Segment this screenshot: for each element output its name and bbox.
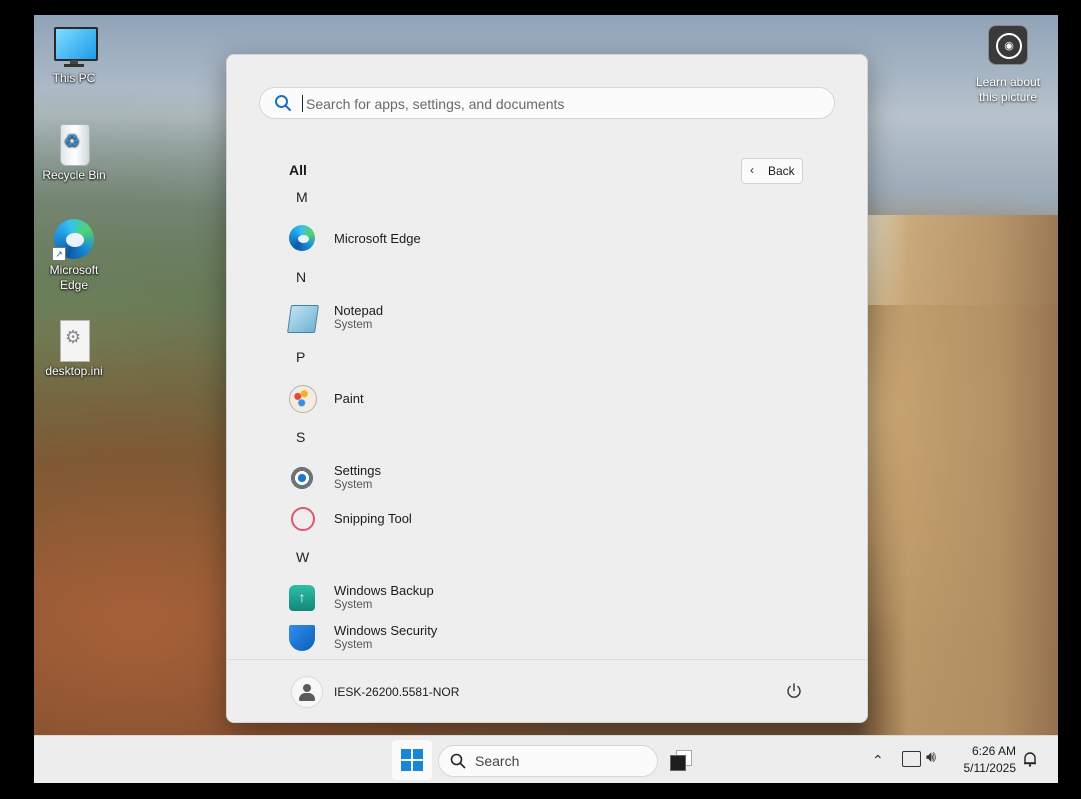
screen: This PC ♻ Recycle Bin ↗ Microsoft Edge ⚙… xyxy=(34,15,1058,783)
desktop-icon-label: desktop.ini xyxy=(45,364,103,378)
shield-icon xyxy=(289,625,315,651)
taskbar-search-label: Search xyxy=(475,753,520,769)
desktop-icon-edge[interactable]: ↗ Microsoft Edge xyxy=(34,217,114,293)
app-subtitle: System xyxy=(334,599,373,611)
desktop-icon-label: Microsoft Edge xyxy=(49,263,99,292)
app-item-paint[interactable]: Paint xyxy=(287,379,587,415)
start-search-input[interactable] xyxy=(304,93,818,115)
app-subtitle: System xyxy=(334,479,373,491)
back-button-label: Back xyxy=(768,164,795,178)
letter-header-p[interactable]: P xyxy=(296,349,305,365)
app-name: Notepad xyxy=(334,303,384,318)
app-name: Settings xyxy=(334,463,381,478)
shortcut-arrow-icon: ↗ xyxy=(52,247,66,261)
task-view-icon[interactable] xyxy=(670,750,692,771)
app-item-windows-security[interactable]: Windows Security System xyxy=(287,619,587,655)
app-name: Windows Security xyxy=(334,623,438,638)
desktop-icon-desktop-ini[interactable]: ⚙ desktop.ini xyxy=(34,318,114,379)
desktop-icon-label: This PC xyxy=(52,71,96,85)
snipping-tool-icon xyxy=(291,507,315,531)
taskbar: Search ⌃ 🔊︎ 6:26 AM 5/11/2025 xyxy=(34,735,1058,783)
gear-icon xyxy=(289,465,315,491)
start-menu-footer: IESK-26200.5581-NOR xyxy=(227,659,867,722)
network-icon[interactable] xyxy=(902,751,921,767)
back-button[interactable]: ‹ Back xyxy=(741,158,803,184)
app-subtitle: System xyxy=(334,319,373,331)
power-icon[interactable] xyxy=(785,682,803,700)
desktop-icon-label: Recycle Bin xyxy=(42,168,106,182)
letter-header-w[interactable]: W xyxy=(296,549,309,565)
computer-icon xyxy=(52,25,98,69)
all-apps-heading: All xyxy=(289,162,307,178)
app-item-notepad[interactable]: Notepad System xyxy=(287,299,587,335)
desktop-icon-this-pc[interactable]: This PC xyxy=(34,25,114,86)
start-menu: All ‹ Back M Microsoft Edge N Notepad Sy… xyxy=(226,54,868,723)
start-search-box[interactable] xyxy=(259,87,835,119)
chevron-left-icon: ‹ xyxy=(750,163,754,177)
app-item-settings[interactable]: Settings System xyxy=(287,459,587,495)
start-button[interactable] xyxy=(392,740,432,780)
desktop-icon-recycle-bin[interactable]: ♻ Recycle Bin xyxy=(34,122,114,183)
text-caret xyxy=(302,95,303,112)
clock-time[interactable]: 6:26 AM xyxy=(968,744,1016,758)
paint-palette-icon xyxy=(289,385,317,413)
app-name: Windows Backup xyxy=(334,583,434,598)
app-item-windows-backup[interactable]: ↑ Windows Backup System xyxy=(287,579,587,615)
letter-header-n[interactable]: N xyxy=(296,269,306,285)
search-icon xyxy=(275,95,291,111)
clock-date[interactable]: 5/11/2025 xyxy=(956,761,1017,775)
learn-about-picture-label: Learn about this picture xyxy=(975,75,1041,104)
settings-file-icon: ⚙ xyxy=(52,318,96,362)
user-name[interactable]: IESK-26200.5581-NOR xyxy=(334,685,459,699)
recycle-bin-icon: ♻ xyxy=(52,122,96,166)
app-name: Microsoft Edge xyxy=(334,231,421,246)
notification-bell-icon[interactable] xyxy=(1022,751,1038,767)
taskbar-search[interactable]: Search xyxy=(438,745,658,777)
app-subtitle: System xyxy=(334,639,373,651)
learn-about-picture[interactable]: ◉ Learn about this picture xyxy=(974,25,1042,105)
app-item-snipping-tool[interactable]: Snipping Tool xyxy=(287,499,587,535)
wallpaper-cliff xyxy=(858,215,1058,735)
edge-icon xyxy=(289,225,315,251)
letter-header-s[interactable]: S xyxy=(296,429,305,445)
app-item-microsoft-edge[interactable]: Microsoft Edge xyxy=(287,219,587,255)
user-avatar[interactable] xyxy=(291,676,323,708)
search-icon xyxy=(450,753,466,769)
edge-icon: ↗ xyxy=(52,217,96,261)
app-name: Paint xyxy=(334,391,364,406)
letter-header-m[interactable]: M xyxy=(296,189,308,205)
volume-icon[interactable]: 🔊︎ xyxy=(926,749,936,767)
cloud-upload-icon: ↑ xyxy=(289,585,315,611)
notepad-icon xyxy=(287,305,319,333)
chevron-up-icon[interactable]: ⌃ xyxy=(872,752,884,769)
windows-logo-icon xyxy=(401,749,423,771)
app-name: Snipping Tool xyxy=(334,511,412,526)
camera-icon: ◉ xyxy=(988,25,1028,65)
